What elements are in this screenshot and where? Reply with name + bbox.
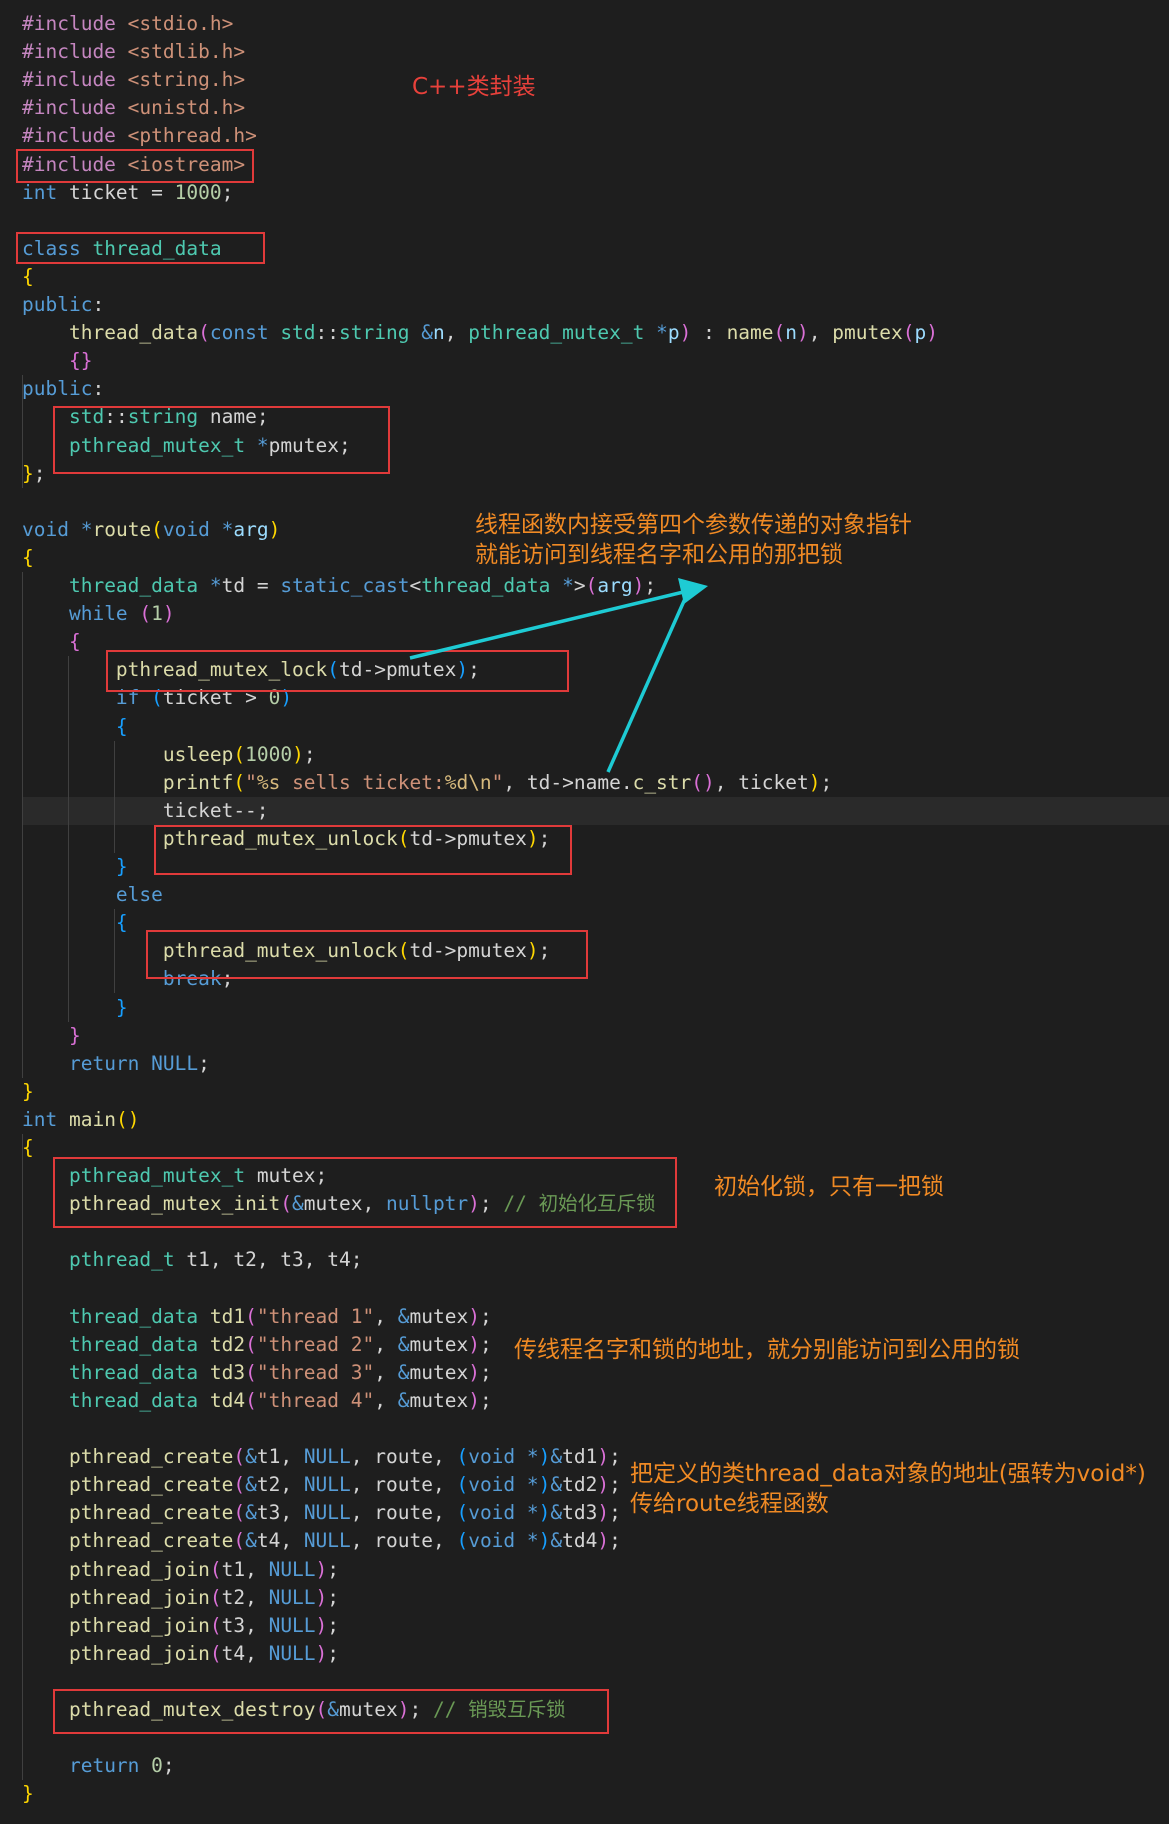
arrow-from-lock — [409, 586, 701, 660]
code-editor[interactable]: #include <stdio.h> #include <stdlib.h> #in… — [0, 0, 1169, 1824]
arrow-overlay — [409, 578, 708, 773]
arrow-from-printf — [606, 591, 690, 773]
